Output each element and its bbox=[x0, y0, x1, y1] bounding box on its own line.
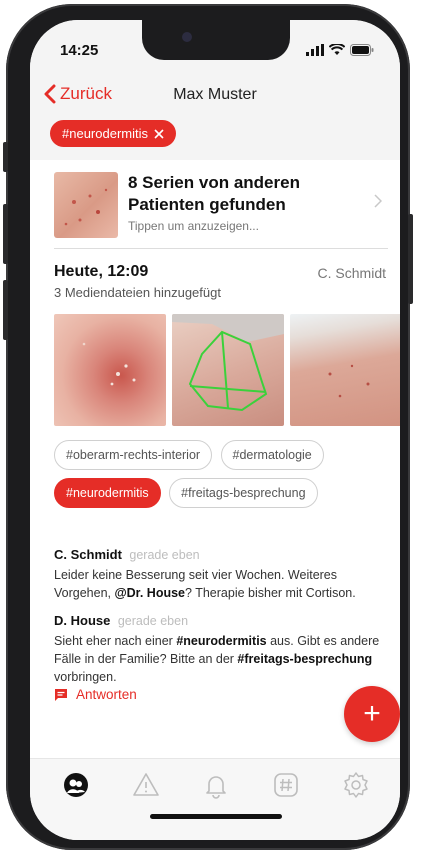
comment-icon bbox=[55, 688, 67, 701]
tab-alerts[interactable] bbox=[132, 771, 160, 799]
comment-2: D. House gerade eben Sieht eher nach ein… bbox=[54, 612, 384, 686]
tag-freitags-besprechung[interactable]: #freitags-besprechung bbox=[169, 478, 318, 508]
tab-settings[interactable] bbox=[342, 771, 370, 799]
hashtag-link[interactable]: #neurodermitis bbox=[176, 634, 266, 648]
filter-bar: #neurodermitis bbox=[50, 120, 176, 147]
tag-dermatologie[interactable]: #dermatologie bbox=[220, 440, 324, 470]
skin-texture bbox=[64, 188, 108, 226]
tag-oberarm-rechts-interior[interactable]: #oberarm-rechts-interior bbox=[54, 440, 213, 470]
reply-label: Antworten bbox=[76, 687, 137, 702]
tab-patients[interactable] bbox=[62, 771, 90, 799]
battery-icon bbox=[350, 44, 374, 56]
entry-header: Heute, 12:09 C. Schmidt 3 Mediendateien … bbox=[54, 263, 386, 300]
screen: 14:25 Max Muster Zurück #neurodermitis 8… bbox=[30, 20, 400, 840]
add-entry-button[interactable]: + bbox=[344, 686, 400, 742]
status-icons bbox=[306, 44, 374, 56]
patients-icon bbox=[64, 773, 88, 797]
plus-icon: + bbox=[363, 697, 381, 730]
back-label: Zurück bbox=[60, 84, 112, 103]
media-image-3[interactable] bbox=[290, 314, 400, 426]
settings-icon bbox=[344, 772, 368, 798]
navigation-bar: Max Muster Zurück bbox=[30, 84, 400, 110]
close-icon[interactable] bbox=[154, 128, 164, 139]
status-time: 14:25 bbox=[60, 41, 99, 59]
comment-time: gerade eben bbox=[117, 614, 189, 628]
comment-text: Sieht eher nach einer #neurodermitis aus… bbox=[54, 632, 384, 686]
back-button[interactable]: Zurück bbox=[44, 84, 112, 104]
mention-dr-house[interactable]: @Dr. House bbox=[114, 586, 185, 600]
entry-media-summary: 3 Mediendateien hinzugefügt bbox=[54, 285, 221, 300]
wifi-icon bbox=[329, 44, 345, 55]
series-thumbnail bbox=[54, 172, 118, 238]
tab-bar bbox=[30, 758, 400, 840]
comment-text-part: vorbringen. bbox=[54, 670, 117, 684]
comment-time: gerade eben bbox=[129, 548, 200, 562]
notch bbox=[142, 20, 290, 60]
home-indicator bbox=[150, 814, 282, 819]
comment-1: C. Schmidt gerade eben Leider keine Bess… bbox=[54, 546, 384, 602]
media-image-1[interactable] bbox=[54, 314, 166, 426]
comment-text-part: Sieht eher nach einer bbox=[54, 634, 177, 648]
series-title: 8 Serien von anderen Patienten gefunden bbox=[128, 173, 300, 214]
hashtag-link[interactable]: #freitags-besprechung bbox=[237, 652, 372, 666]
hashtag-icon bbox=[274, 773, 298, 797]
comment-author: C. Schmidt bbox=[54, 547, 122, 562]
entry-tags: #oberarm-rechts-interior #dermatologie #… bbox=[54, 440, 384, 516]
filter-chip-label: #neurodermitis bbox=[62, 126, 148, 141]
bell-icon bbox=[206, 776, 226, 799]
power-button bbox=[408, 214, 413, 304]
divider bbox=[54, 248, 388, 249]
media-image-2[interactable] bbox=[172, 314, 284, 426]
comment-text: Leider keine Besserung seit vier Wochen.… bbox=[54, 566, 384, 602]
chevron-right-icon bbox=[374, 192, 383, 213]
series-text: 8 Serien von anderen Patienten gefunden … bbox=[128, 172, 358, 233]
phone-frame: 14:25 Max Muster Zurück #neurodermitis 8… bbox=[3, 4, 413, 850]
tab-notifications[interactable] bbox=[202, 771, 230, 799]
tag-neurodermitis[interactable]: #neurodermitis bbox=[54, 478, 161, 508]
camera bbox=[182, 32, 192, 42]
volume-down-button bbox=[3, 280, 8, 340]
filter-chip-neurodermitis[interactable]: #neurodermitis bbox=[50, 120, 176, 147]
mute-switch bbox=[3, 142, 8, 172]
series-subtitle: Tippen um anzuzeigen... bbox=[128, 219, 259, 233]
similar-series-banner[interactable]: 8 Serien von anderen Patienten gefunden … bbox=[30, 168, 400, 240]
entry-author: C. Schmidt bbox=[317, 265, 386, 281]
warning-icon bbox=[133, 773, 159, 796]
chevron-left-icon bbox=[44, 84, 56, 104]
comment-author: D. House bbox=[54, 613, 111, 628]
signal-icon bbox=[306, 44, 324, 56]
comment-text-part: ? Therapie bisher mit Cortison. bbox=[185, 586, 356, 600]
reply-button[interactable]: Antworten bbox=[54, 687, 137, 702]
tab-hashtags[interactable] bbox=[272, 771, 300, 799]
volume-up-button bbox=[3, 204, 8, 264]
